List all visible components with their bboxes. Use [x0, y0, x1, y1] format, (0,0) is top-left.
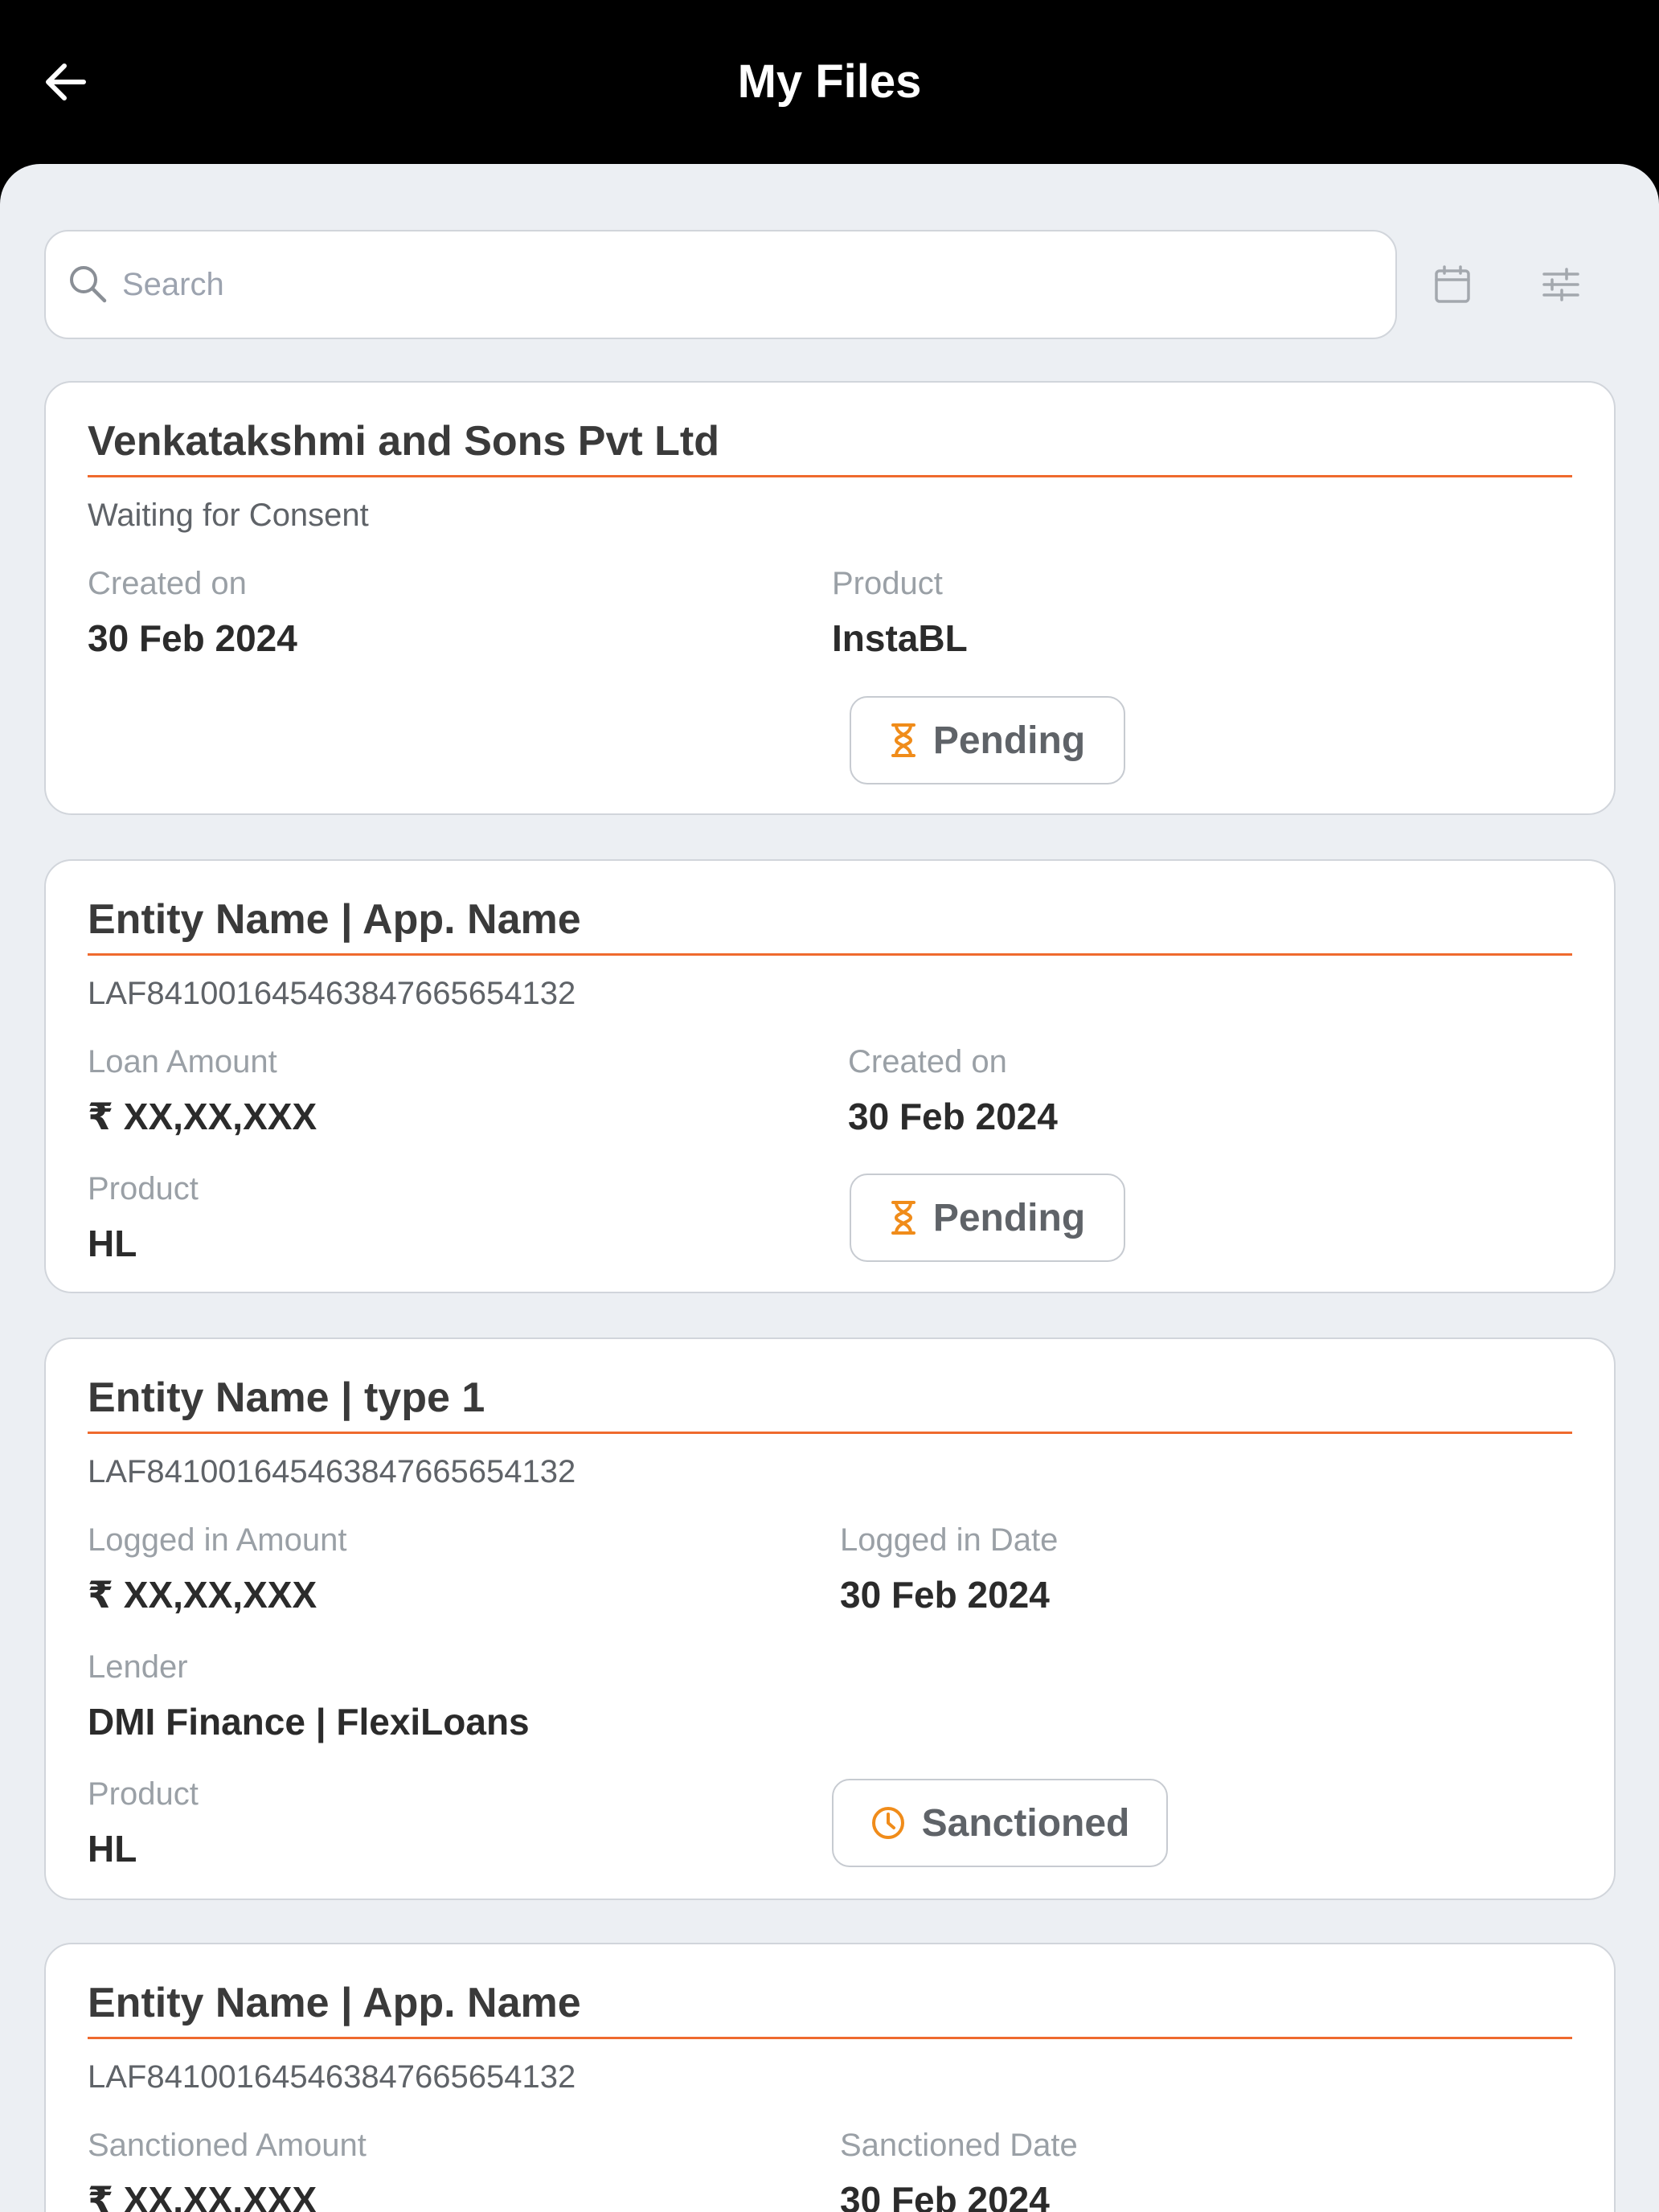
- card-title: Venkatakshmi and Sons Pvt Ltd: [88, 418, 719, 465]
- field-label: Lender: [88, 1649, 188, 1685]
- title-divider: [88, 1432, 1572, 1434]
- file-card[interactable]: Entity Name | App. Name LAF8410016454638…: [44, 859, 1616, 1293]
- field-value: ₹ XX,XX,XXX: [88, 1574, 317, 1616]
- hourglass-icon: [891, 723, 916, 757]
- field-label: Loan Amount: [88, 1044, 277, 1079]
- clock-icon: [871, 1807, 904, 1839]
- status-badge[interactable]: Pending: [850, 1174, 1125, 1262]
- field-label: Logged in Amount: [88, 1522, 347, 1558]
- field-value: HL: [88, 1828, 137, 1870]
- status-badge[interactable]: Sanctioned: [832, 1779, 1168, 1867]
- status-label: Pending: [932, 719, 1086, 762]
- field-value: 30 Feb 2024: [840, 2179, 1050, 2212]
- app-header: My Files: [0, 0, 1659, 169]
- file-card[interactable]: Entity Name | type 1 LAF8410016454638476…: [44, 1337, 1616, 1900]
- file-card[interactable]: Venkatakshmi and Sons Pvt Ltd Waiting fo…: [44, 381, 1616, 815]
- search-icon: [70, 266, 107, 303]
- card-title: Entity Name | App. Name: [88, 896, 581, 943]
- title-divider: [88, 2037, 1572, 2039]
- field-label: Sanctioned Date: [840, 2128, 1078, 2163]
- status-badge[interactable]: Pending: [850, 696, 1125, 784]
- field-label: Sanctioned Amount: [88, 2128, 367, 2163]
- field-value: 30 Feb 2024: [88, 617, 297, 659]
- field-label: Logged in Date: [840, 1522, 1059, 1558]
- search-field[interactable]: [44, 230, 1397, 339]
- page-title: My Files: [737, 55, 922, 108]
- title-divider: [88, 475, 1572, 477]
- field-value: HL: [88, 1223, 137, 1264]
- filter-settings-button[interactable]: [1535, 259, 1587, 310]
- field-value: InstaBL: [832, 617, 968, 659]
- field-value: ₹ XX,XX,XXX: [88, 2179, 317, 2212]
- hourglass-icon: [891, 1201, 916, 1235]
- field-value: ₹ XX,XX,XXX: [88, 1096, 317, 1137]
- card-title: Entity Name | type 1: [88, 1374, 485, 1421]
- card-subtitle: Waiting for Consent: [88, 498, 369, 533]
- calendar-icon: [1435, 265, 1470, 303]
- card-title: Entity Name | App. Name: [88, 1980, 581, 2026]
- title-divider: [88, 953, 1572, 956]
- field-value: 30 Feb 2024: [840, 1574, 1050, 1616]
- field-label: Product: [832, 566, 943, 601]
- field-value: 30 Feb 2024: [848, 1096, 1058, 1137]
- sliders-icon: [1542, 268, 1579, 301]
- application-id: LAF841001645463847665654132: [88, 976, 576, 1011]
- status-label: Sanctioned: [921, 1801, 1130, 1845]
- application-id: LAF841001645463847665654132: [88, 2059, 576, 2095]
- date-filter-button[interactable]: [1427, 259, 1478, 310]
- field-label: Product: [88, 1171, 199, 1206]
- file-card[interactable]: Entity Name | App. Name LAF8410016454638…: [44, 1943, 1616, 2212]
- application-id: LAF841001645463847665654132: [88, 1454, 576, 1489]
- field-value: DMI Finance | FlexiLoans: [88, 1701, 530, 1743]
- field-label: Created on: [848, 1044, 1007, 1079]
- field-label: Created on: [88, 566, 247, 601]
- content-sheet: Venkatakshmi and Sons Pvt Ltd Waiting fo…: [0, 164, 1659, 2212]
- search-input[interactable]: [122, 266, 1328, 303]
- field-label: Product: [88, 1776, 199, 1812]
- status-label: Pending: [932, 1196, 1086, 1239]
